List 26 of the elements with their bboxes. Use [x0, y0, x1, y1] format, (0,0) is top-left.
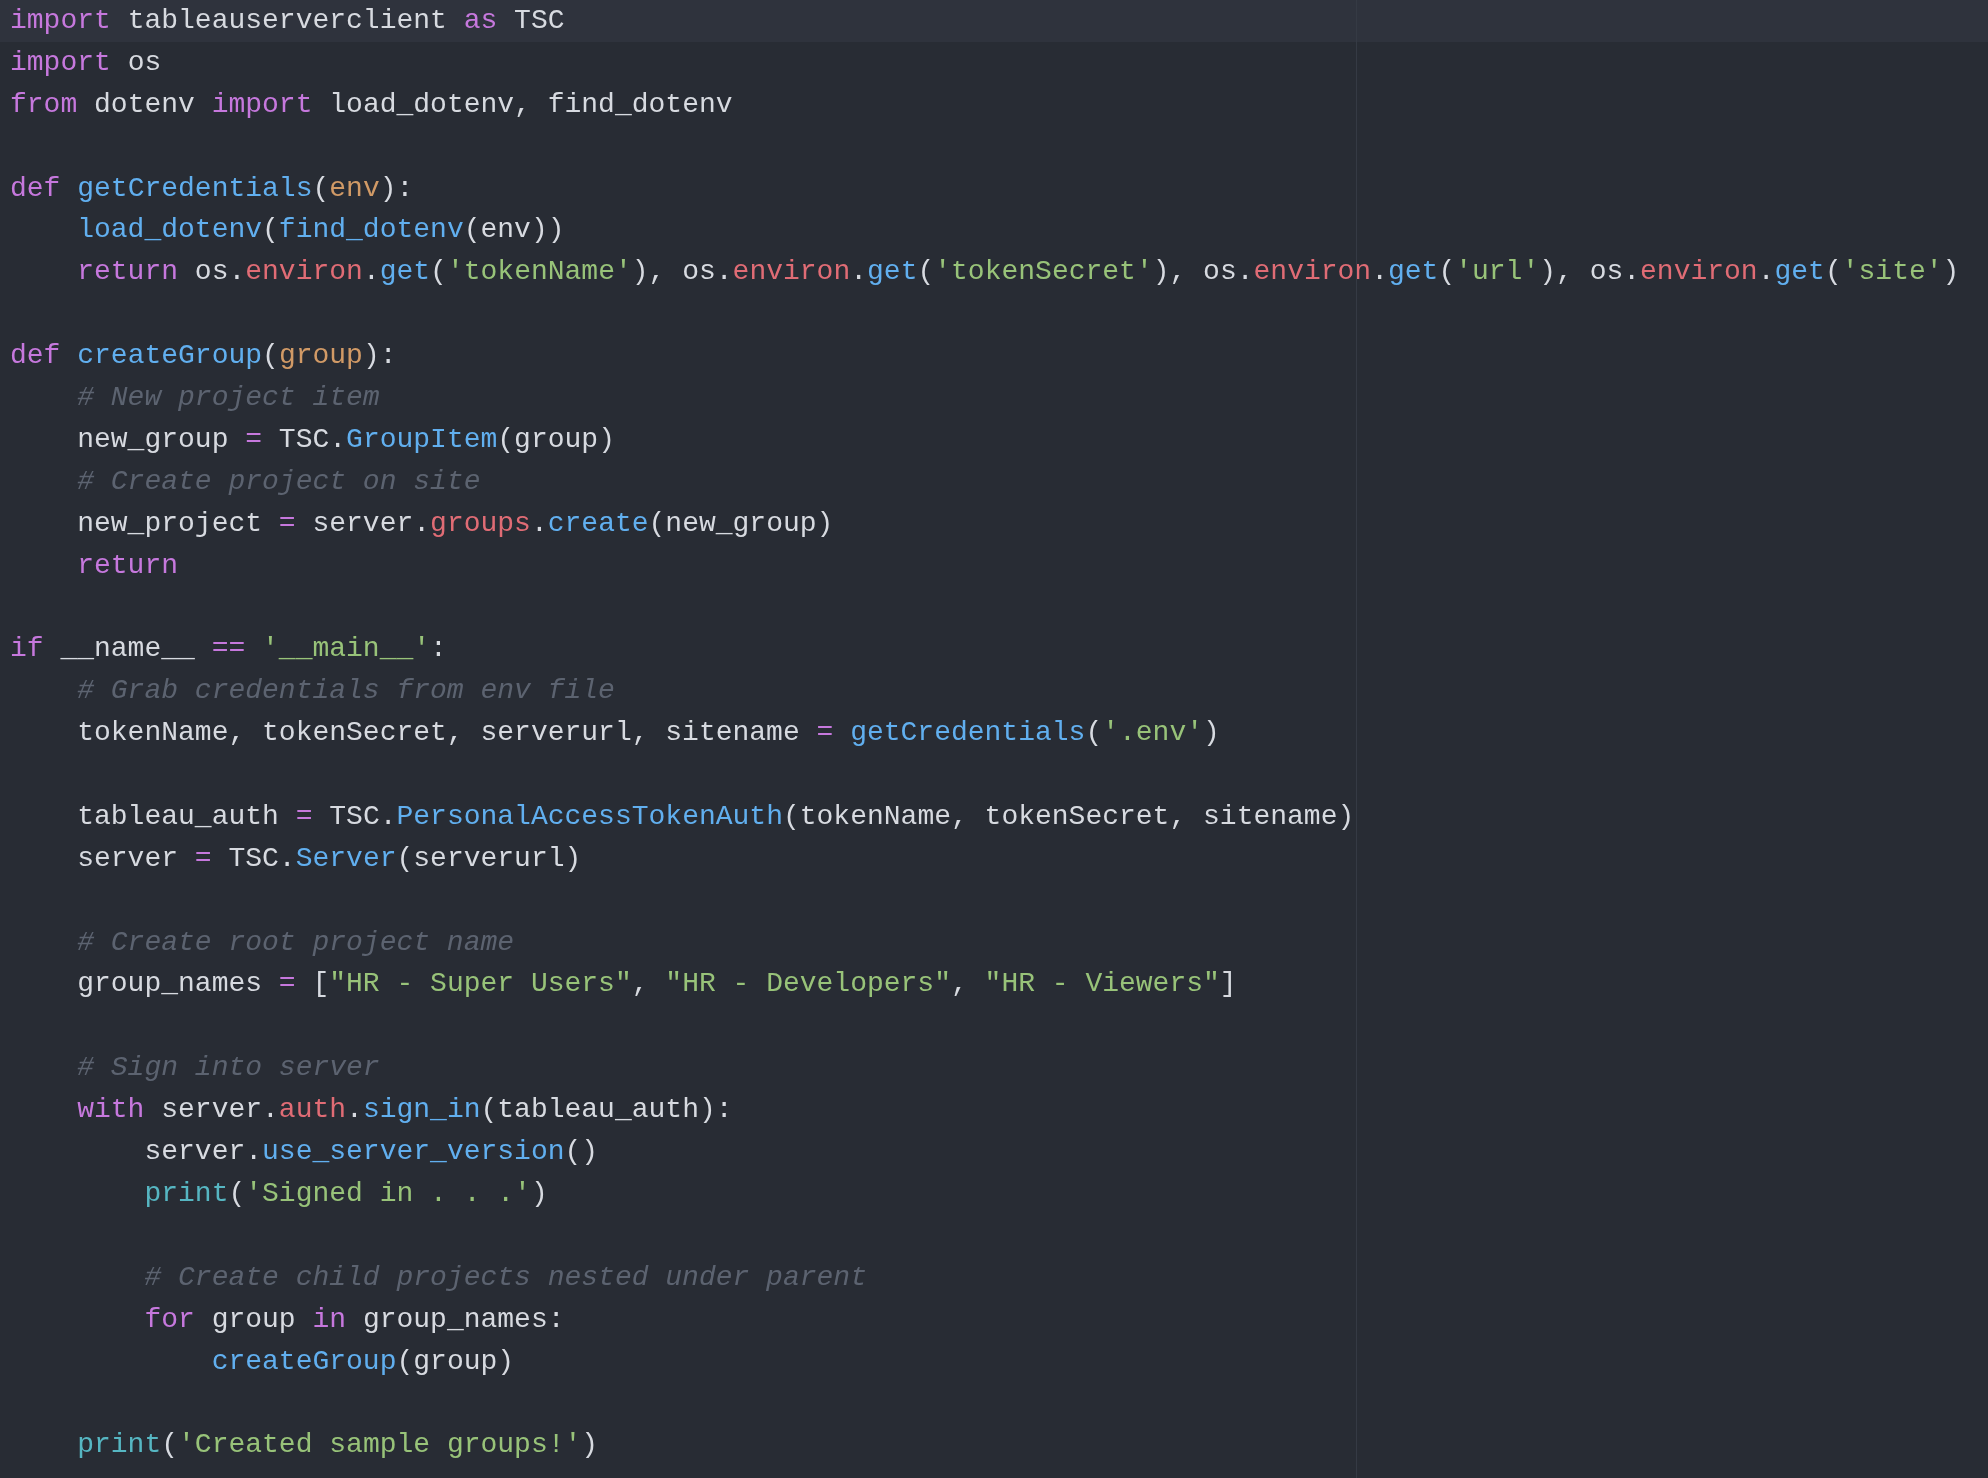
code-line: # Create project on site [76, 464, 481, 499]
code-line: return [76, 548, 179, 583]
code-line: server = TSC.Server(serverurl) [76, 841, 582, 876]
code-line: with server.auth.sign_in(tableau_auth): [76, 1093, 733, 1128]
code-line: group_names = ["HR - Super Users", "HR - Developers", "HR - Viewers"] [76, 967, 1237, 1002]
code-line: print('Signed in . . .') [143, 1176, 548, 1211]
code-line: import os [9, 45, 162, 80]
code-line: # Sign into server [76, 1051, 380, 1086]
code-line: server.use_server_version() [143, 1135, 599, 1170]
code-line: new_project = server.groups.create(new_group) [76, 506, 834, 541]
code-line: if __name__ == '__main__': [9, 632, 447, 667]
code-line: for group in group_names: [143, 1302, 565, 1337]
code-line: print('Created sample groups!') [76, 1428, 599, 1463]
code-line: createGroup(group) [210, 1344, 515, 1379]
code-line: tokenName, tokenSecret, serverurl, sitename = getCredentials('.env') [76, 716, 1220, 751]
code-line: # New project item [76, 381, 380, 415]
code-line: load_dotenv(find_dotenv(env)) [76, 213, 565, 248]
code-line: # Create child projects nested under parent [143, 1260, 867, 1295]
code-line: # Grab credentials from env file [76, 674, 615, 709]
code-line: tableau_auth = TSC.PersonalAccessTokenAuth(tokenName, tokenSecret, sitename) [76, 799, 1355, 834]
code-line: return os.environ.get('tokenName'), os.environ.get('tokenSecret'), os.environ.get('url'), os.environ.get('site') [76, 255, 1960, 290]
code-line: def createGroup(group): [9, 339, 397, 374]
code-line: new_group = TSC.GroupItem(group) [76, 422, 615, 457]
code-line: from dotenv import load_dotenv, find_dotenv [9, 87, 733, 122]
code-line: def getCredentials(env): [9, 171, 414, 206]
code-line: # Create root project name [76, 925, 515, 960]
